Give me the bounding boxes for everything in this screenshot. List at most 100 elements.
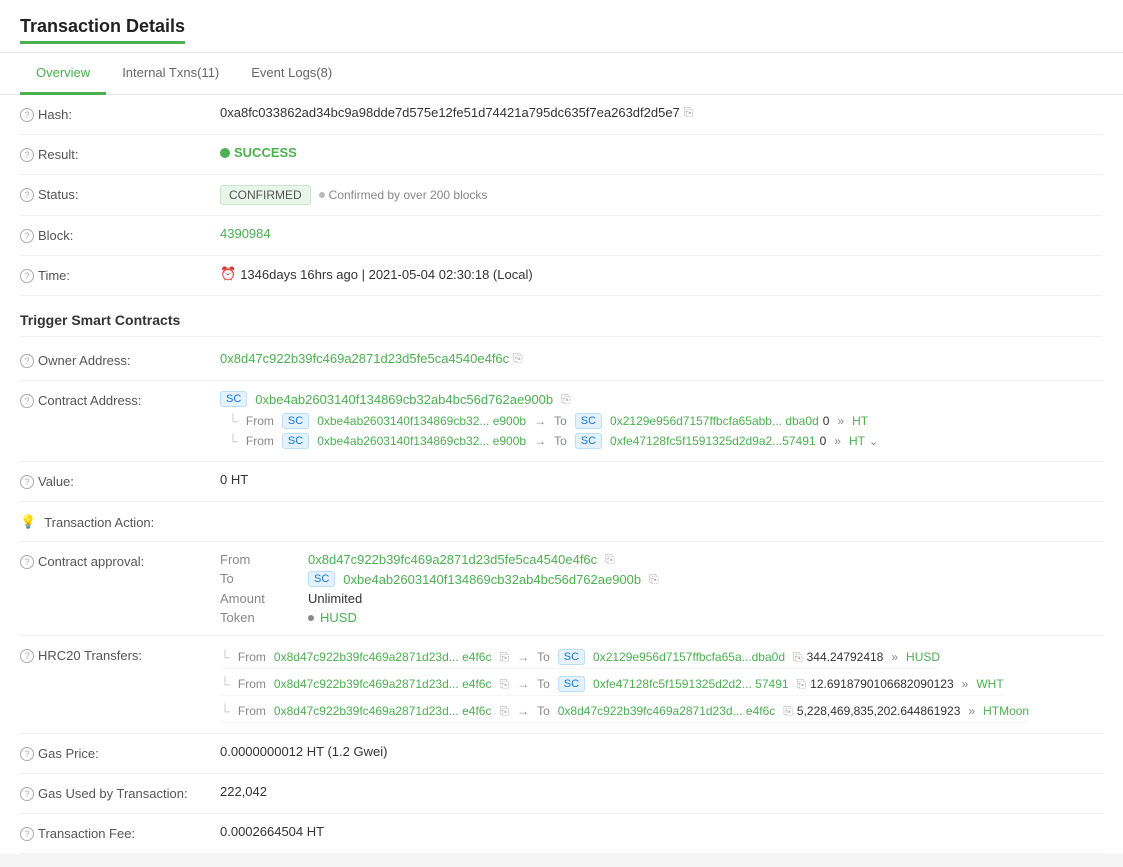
hrc20-from-addr-2[interactable]: 0x8d47c922b39fc469a2871d23d... e4f6c [274,677,492,691]
value-label: ? Value: [20,472,220,489]
hrc20-to-addr-1[interactable]: 0x2129e956d7157ffbcfa65a...dba0d [593,650,785,664]
approval-to-link[interactable]: 0xbe4ab2603140f134869cb32ab4bc56d762ae90… [343,572,641,587]
transaction-fee-label: ? Transaction Fee: [20,824,220,841]
hrc20-from-copy-2[interactable]: ⎘ [499,677,509,692]
hrc20-token-1[interactable]: HUSD [906,650,940,664]
value-value: 0 HT [220,472,1103,487]
time-row: ? Time: ⏰ 1346days 16hrs ago | 2021-05-0… [20,256,1103,296]
approval-from-link[interactable]: 0x8d47c922b39fc469a2871d23d5fe5ca4540e4f… [308,552,597,567]
hrc20-to-addr-3[interactable]: 0x8d47c922b39fc469a2871d23d... e4f6c [558,704,776,718]
to-label-2: To [554,434,567,448]
hrc20-from-addr-1[interactable]: 0x8d47c922b39fc469a2871d23d... e4f6c [274,650,492,664]
hrc20-amount-1: 344.24792418 [807,650,884,664]
hrc20-to-copy-1[interactable]: ⎘ [793,650,803,665]
block-row: ? Block: 4390984 [20,216,1103,256]
hrc20-from-2: From [238,677,266,691]
page-container: Transaction Details Overview Internal Tx… [0,0,1123,854]
contract-address-label: ? Contract Address: [20,391,220,408]
token-1[interactable]: HT [852,414,868,428]
owner-address-value: 0x8d47c922b39fc469a2871d23d5fe5ca4540e4f… [220,351,1103,366]
expand-chevron[interactable]: ⌄ [869,435,878,448]
block-value: 4390984 [220,226,1103,241]
to-label-1: To [554,414,567,428]
hrc20-to-3: To [537,704,550,718]
confirmed-dot-icon [319,192,325,198]
owner-help-icon[interactable]: ? [20,354,34,368]
contract-approval-label: ? Contract approval: [20,552,220,569]
tab-overview[interactable]: Overview [20,53,106,95]
to-sc-1: SC [575,413,602,429]
from-label-1: From [246,414,274,428]
confirmed-badge: CONFIRMED [220,185,311,205]
gas-price-help-icon[interactable]: ? [20,747,34,761]
time-value: ⏰ 1346days 16hrs ago | 2021-05-04 02:30:… [220,266,1103,282]
value-help-icon[interactable]: ? [20,475,34,489]
hrc20-token-2[interactable]: WHT [976,677,1003,691]
status-value: CONFIRMED Confirmed by over 200 blocks [220,185,1103,205]
approval-token-link[interactable]: HUSD [320,610,357,625]
hrc20-token-3[interactable]: HTMoon [983,704,1029,718]
contract-approval-value: From 0x8d47c922b39fc469a2871d23d5fe5ca45… [220,552,1103,625]
arrow-1: → [534,414,546,428]
gas-used-help-icon[interactable]: ? [20,787,34,801]
owner-address-label: ? Owner Address: [20,351,220,368]
approval-to-copy[interactable]: ⎘ [649,572,659,587]
token-2[interactable]: HT [849,434,865,448]
confirmed-text: Confirmed by over 200 blocks [319,188,488,202]
hrc20-to-addr-2[interactable]: 0xfe47128fc5f1591325d2d2... 57491 [593,677,789,691]
approval-help-icon[interactable]: ? [20,555,34,569]
approval-token-value: HUSD [308,610,659,625]
status-row: ? Status: CONFIRMED Confirmed by over 20… [20,175,1103,216]
block-link[interactable]: 4390984 [220,226,271,241]
tx-fee-help-icon[interactable]: ? [20,827,34,841]
contract-address-link[interactable]: 0xbe4ab2603140f134869cb32ab4bc56d762ae90… [255,392,553,407]
hrc20-from-1: From [238,650,266,664]
approval-amount-label: Amount [220,591,300,606]
hrc20-to-copy-3[interactable]: ⎘ [783,704,793,719]
result-help-icon[interactable]: ? [20,148,34,162]
transaction-action-row: 💡 Transaction Action: [20,502,1103,542]
hrc20-value: └ From 0x8d47c922b39fc469a2871d23d... e4… [220,646,1103,723]
hrc20-from-copy-3[interactable]: ⎘ [499,704,509,719]
to-sc-2: SC [575,433,602,449]
result-label: ? Result: [20,145,220,162]
gas-used-value: 222,042 [220,784,1103,799]
hrc20-to-copy-2[interactable]: ⎘ [797,677,807,692]
from-addr-2[interactable]: 0xbe4ab2603140f134869cb32... e900b [317,434,526,448]
status-help-icon[interactable]: ? [20,188,34,202]
contract-help-icon[interactable]: ? [20,394,34,408]
content-area: ? Hash: 0xa8fc033862ad34bc9a98dde7d575e1… [0,95,1123,854]
hrc20-from-copy-1[interactable]: ⎘ [499,650,509,665]
gas-used-row: ? Gas Used by Transaction: 222,042 [20,774,1103,814]
hrc20-transfers-row: ? HRC20 Transfers: └ From 0x8d47c922b39f… [20,636,1103,734]
time-label: ? Time: [20,266,220,283]
hrc20-from-addr-3[interactable]: 0x8d47c922b39fc469a2871d23d... e4f6c [274,704,492,718]
from-addr-1[interactable]: 0xbe4ab2603140f134869cb32... e900b [317,414,526,428]
success-dot-icon [220,148,230,158]
amount-1: 0 [823,414,830,428]
hrc20-help-icon[interactable]: ? [20,649,34,663]
hash-copy-icon[interactable]: ⎘ [684,105,694,120]
approval-from-copy[interactable]: ⎘ [605,552,615,567]
approval-token-label: Token [220,610,300,625]
block-help-icon[interactable]: ? [20,229,34,243]
time-help-icon[interactable]: ? [20,269,34,283]
tab-internal-txns[interactable]: Internal Txns(11) [106,53,235,95]
to-addr-1[interactable]: 0x2129e956d7157ffbcfa65abb... dba0d [610,414,819,428]
arrow-token-2: » [834,434,841,448]
contract-copy-icon[interactable]: ⎘ [561,392,571,407]
owner-copy-icon[interactable]: ⎘ [513,351,523,366]
to-addr-2[interactable]: 0xfe47128fc5f1591325d2d9a2...57491 [610,434,816,448]
transaction-fee-row: ? Transaction Fee: 0.0002664504 HT [20,814,1103,854]
gas-price-row: ? Gas Price: 0.0000000012 HT (1.2 Gwei) [20,734,1103,774]
owner-address-link[interactable]: 0x8d47c922b39fc469a2871d23d5fe5ca4540e4f… [220,351,509,366]
gas-used-label: ? Gas Used by Transaction: [20,784,220,801]
amount-2: 0 [820,434,827,448]
smart-contract-section-title: Trigger Smart Contracts [20,296,1103,337]
gas-price-label: ? Gas Price: [20,744,220,761]
hash-help-icon[interactable]: ? [20,108,34,122]
clock-icon: ⏰ [220,266,236,282]
tab-event-logs[interactable]: Event Logs(8) [235,53,348,95]
approval-amount-value: Unlimited [308,591,659,606]
arrow-2: → [534,434,546,448]
